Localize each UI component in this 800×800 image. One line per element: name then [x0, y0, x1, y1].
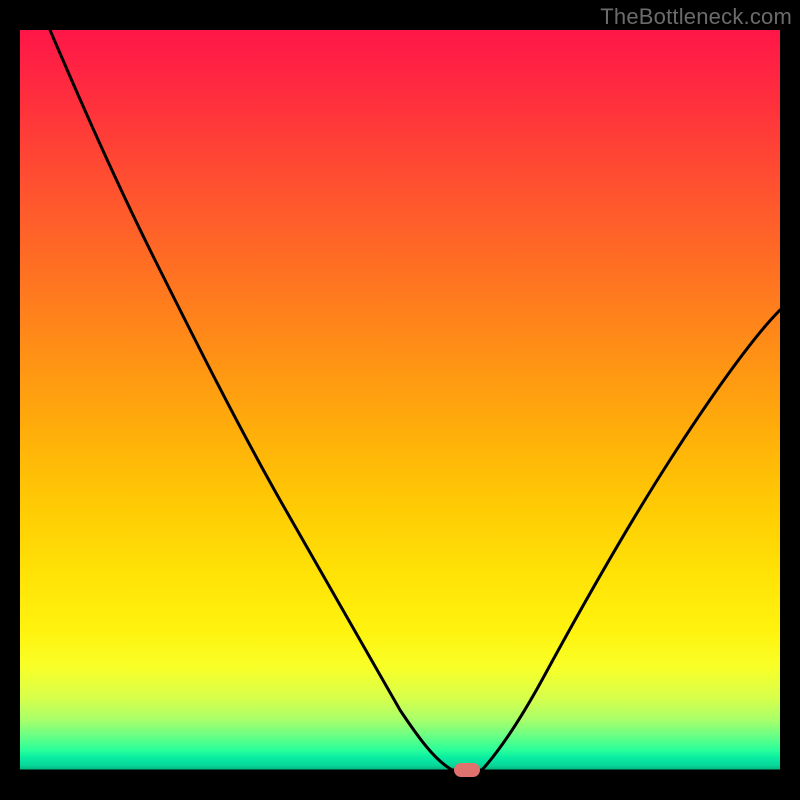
chart-frame: TheBottleneck.com	[0, 0, 800, 800]
bottleneck-curve	[20, 30, 780, 780]
plot-area	[20, 30, 780, 780]
optimum-marker	[454, 763, 480, 777]
watermark-text: TheBottleneck.com	[600, 4, 792, 30]
